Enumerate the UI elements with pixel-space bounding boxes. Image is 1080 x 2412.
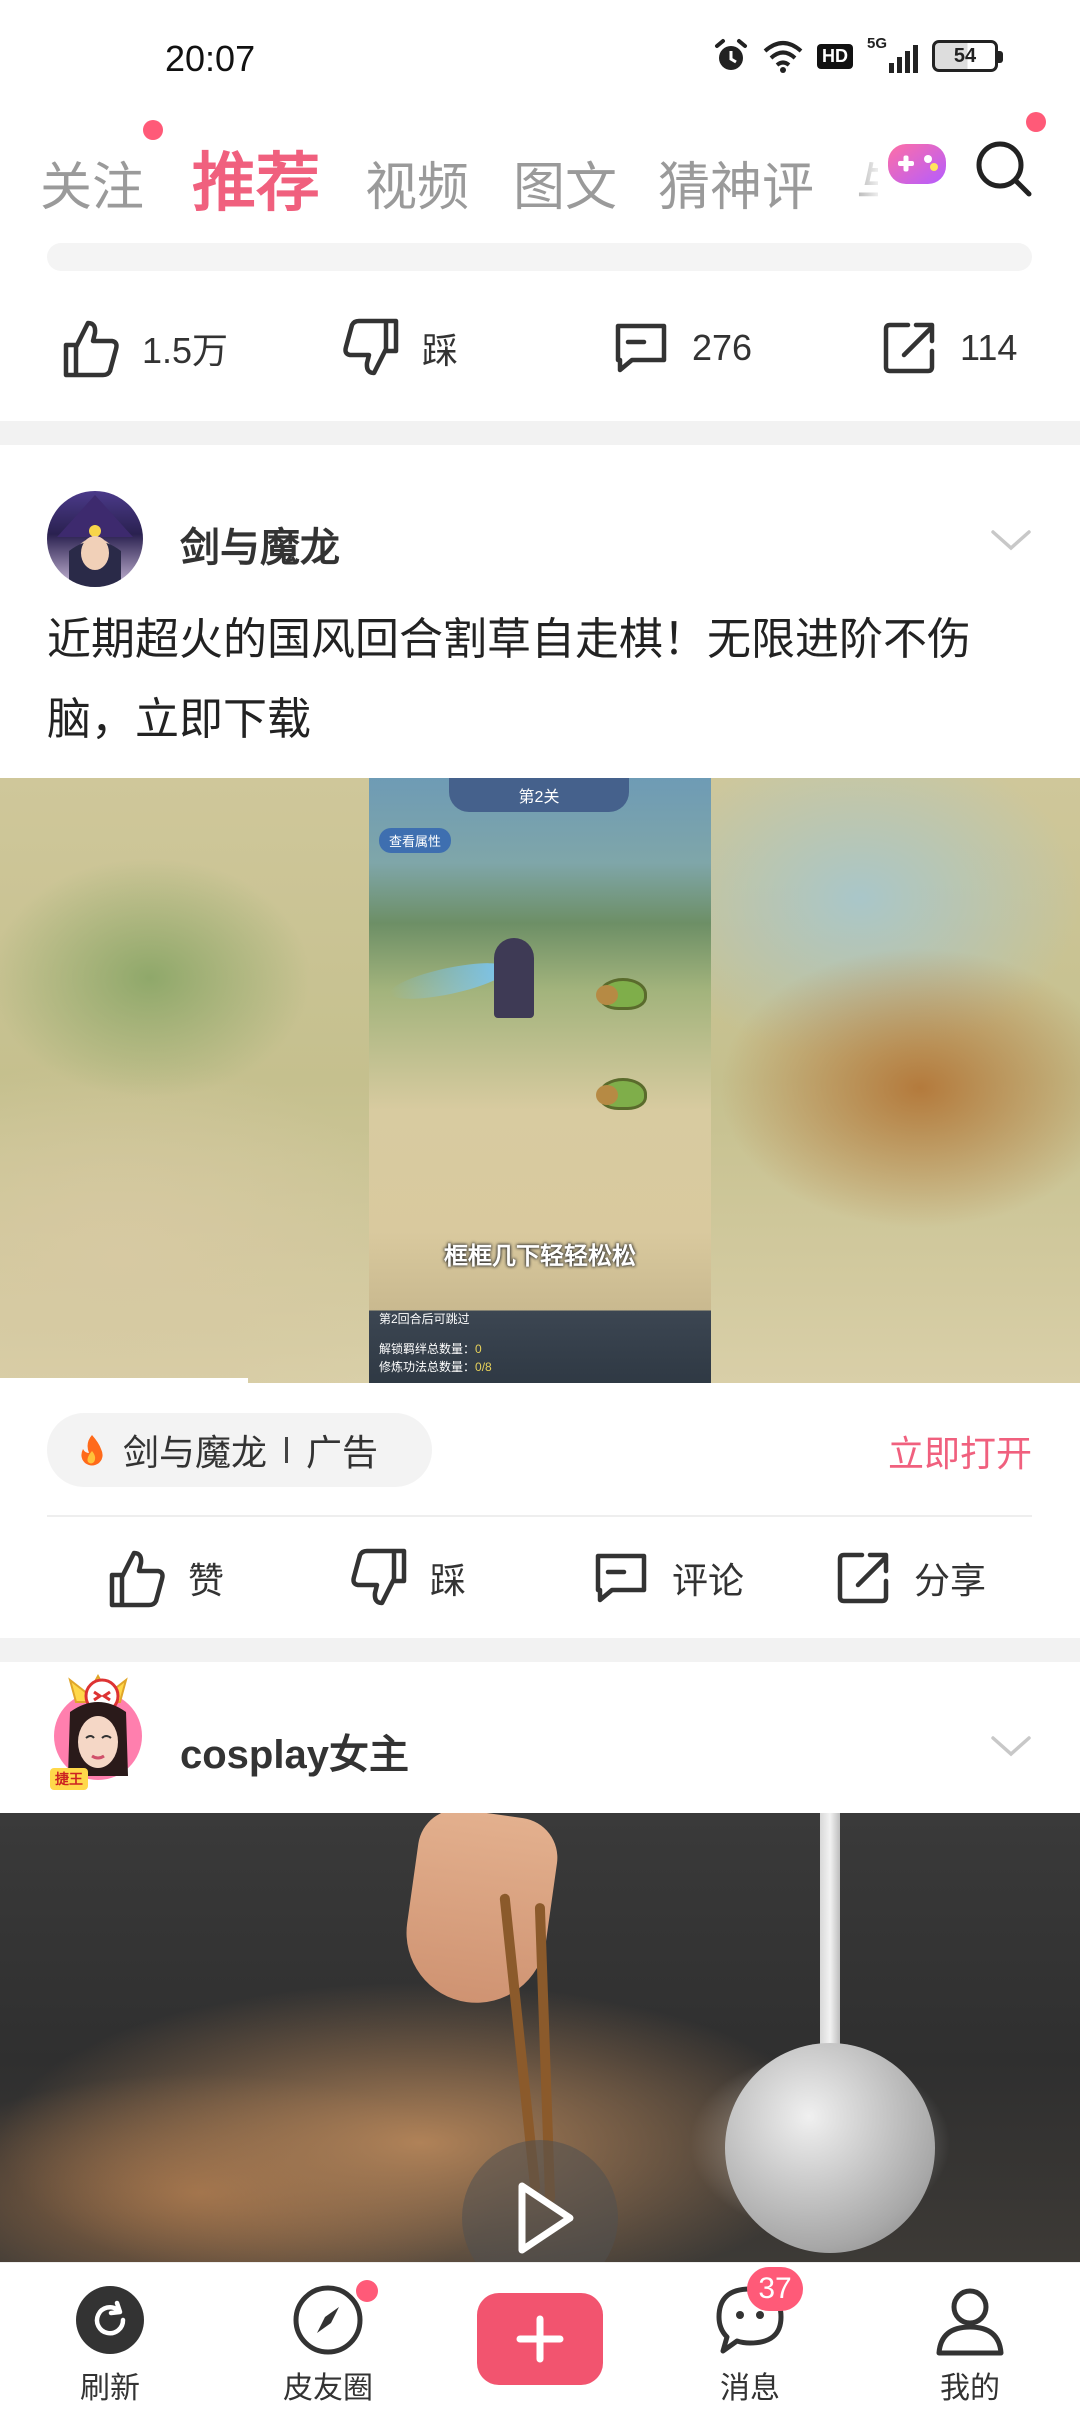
game-unlock-label: 解锁羁绊总数量：: [379, 1342, 476, 1356]
post3-author-avatar[interactable]: 捷王: [36, 1672, 156, 1792]
feed-separator: [0, 1638, 1080, 1662]
game-hero: [494, 938, 534, 1018]
nav-circle-dot: [356, 2280, 378, 2302]
ad-game-screenshot: 第2关 查看属性 框框几下轻轻松松 第2回合后可跳过 解锁羁绊总数量：0 修炼功…: [369, 778, 711, 1383]
ad-author-name[interactable]: 剑与魔龙: [180, 515, 340, 573]
status-time: 20:07: [165, 38, 256, 79]
thumb-up-icon: [63, 320, 119, 378]
nav-refresh-label: 刷新: [80, 2372, 140, 2405]
comment-icon: [615, 323, 667, 373]
ad-divider: [47, 1515, 1032, 1517]
ad-source-tag[interactable]: 剑与魔龙 广告: [47, 1413, 432, 1487]
ad-media[interactable]: 第2关 查看属性 框框几下轻轻松松 第2回合后可跳过 解锁羁绊总数量：0 修炼功…: [0, 778, 1080, 1383]
nav-refresh[interactable]: 刷新: [40, 2283, 180, 2407]
game-caption: 框框几下轻轻松松: [444, 1243, 636, 1270]
post1-comment-button[interactable]: 276: [612, 298, 752, 398]
game-unlock-stat: 解锁羁绊总数量：0: [379, 1340, 482, 1357]
post1-action-bar: 1.5万 踩 276 114: [0, 298, 1080, 398]
game-stage-banner: 第2关: [449, 778, 629, 812]
tab-video[interactable]: 视频: [365, 145, 469, 220]
ad-tag-name: 剑与魔龙: [123, 1432, 268, 1473]
nav-circle-label: 皮友圈: [283, 2372, 373, 2405]
share-icon: [837, 1552, 889, 1604]
person-icon: [936, 2288, 1004, 2356]
game-controller-icon[interactable]: [884, 138, 950, 195]
game-turtle-enemy: [596, 978, 647, 1010]
battery-level: 54: [953, 44, 977, 67]
game-skill-stat: 修炼功法总数量：0/8: [379, 1358, 492, 1375]
messages-badge: 37: [747, 2267, 803, 2311]
tab-follow-dot: [143, 120, 163, 140]
ad-author-avatar[interactable]: [47, 491, 143, 587]
post1-dislike-button[interactable]: 踩: [342, 298, 458, 398]
post1-comment-count: 276: [692, 327, 753, 368]
previous-post-bottom: [47, 243, 1032, 271]
ad-tag-type: 广告: [306, 1432, 379, 1473]
post1-like-count: 1.5万: [142, 330, 229, 371]
nav-mine-label: 我的: [940, 2372, 1000, 2405]
ad-comment-button[interactable]: 评论: [592, 1528, 744, 1628]
game-unlock-value: 0: [475, 1342, 482, 1356]
video-ladle-bowl: [725, 2043, 935, 2253]
ad-tag-separator: [285, 1437, 289, 1463]
post1-share-button[interactable]: 114: [880, 298, 1017, 398]
nav-mine[interactable]: 我的: [900, 2283, 1040, 2407]
thumb-up-icon: [109, 1550, 165, 1608]
battery-icon: 54: [932, 40, 1003, 72]
game-skill-label: 修炼功法总数量：: [379, 1360, 476, 1374]
share-icon: [883, 322, 935, 374]
ad-like-button[interactable]: 赞: [108, 1528, 224, 1628]
ad-dislike-button[interactable]: 踩: [350, 1528, 466, 1628]
tab-recommend[interactable]: 推荐: [192, 132, 320, 224]
ad-more-chevron-icon[interactable]: [990, 528, 1032, 557]
tab-image-text[interactable]: 图文: [513, 145, 617, 220]
ad-video-progress: [0, 1378, 248, 1383]
game-round-note: 第2回合后可跳过: [379, 1312, 470, 1326]
status-icons: HD 5G 54: [713, 35, 1003, 74]
post1-like-button[interactable]: 1.5万: [62, 298, 228, 398]
wifi-icon: [763, 39, 803, 73]
tab-fade: [845, 120, 885, 220]
nav-add-button[interactable]: [477, 2293, 603, 2385]
compass-icon: [293, 2285, 363, 2355]
status-bar: 20:07 HD 5G 54: [0, 0, 1080, 110]
bottom-nav: 刷新 皮友圈 消息 我的: [0, 2262, 1080, 2412]
thumb-down-icon: [351, 1548, 407, 1606]
search-dot: [1026, 112, 1046, 132]
nav-circle[interactable]: 皮友圈: [258, 2283, 398, 2407]
fire-icon: [81, 1435, 103, 1466]
game-sword-slash: [387, 955, 511, 1007]
tab-follow[interactable]: 关注: [40, 145, 144, 220]
thumb-down-icon: [343, 318, 399, 376]
search-icon[interactable]: [973, 138, 1035, 205]
network-type: 5G: [867, 35, 888, 52]
ad-dislike-label: 踩: [430, 1560, 467, 1601]
hd-icon: HD: [817, 43, 853, 69]
avatar-badge: 捷王: [50, 1768, 88, 1790]
nav-messages-label: 消息: [720, 2372, 780, 2405]
refresh-icon: [76, 2286, 144, 2354]
comment-icon: [595, 1553, 647, 1603]
game-turtle-enemy: [596, 1078, 647, 1110]
ad-comment-label: 评论: [672, 1560, 745, 1601]
post1-dislike-label: 踩: [422, 330, 459, 371]
ad-post-title[interactable]: 近期超火的国风回合割草自走棋！无限进阶不伤脑，立即下载: [47, 600, 1037, 760]
game-attr-button: 查看属性: [379, 828, 452, 853]
signal-icon: 5G: [867, 35, 918, 73]
game-skill-value: 0/8: [475, 1360, 492, 1374]
ad-share-label: 分享: [914, 1560, 987, 1601]
tab-guess-comment[interactable]: 猜神评: [658, 145, 814, 220]
feed-separator: [0, 421, 1080, 445]
ad-open-button[interactable]: 立即打开: [888, 1425, 1032, 1477]
ad-action-bar: 赞 踩 评论 分享: [0, 1528, 1080, 1628]
ad-like-label: 赞: [188, 1560, 225, 1601]
alarm-icon: [713, 38, 749, 74]
ad-share-button[interactable]: 分享: [834, 1528, 986, 1628]
post3-author-name[interactable]: cosplay女主: [180, 1722, 409, 1780]
post1-share-count: 114: [960, 327, 1018, 368]
plus-icon: [516, 2315, 564, 2363]
post3-more-chevron-icon[interactable]: [990, 1734, 1032, 1763]
